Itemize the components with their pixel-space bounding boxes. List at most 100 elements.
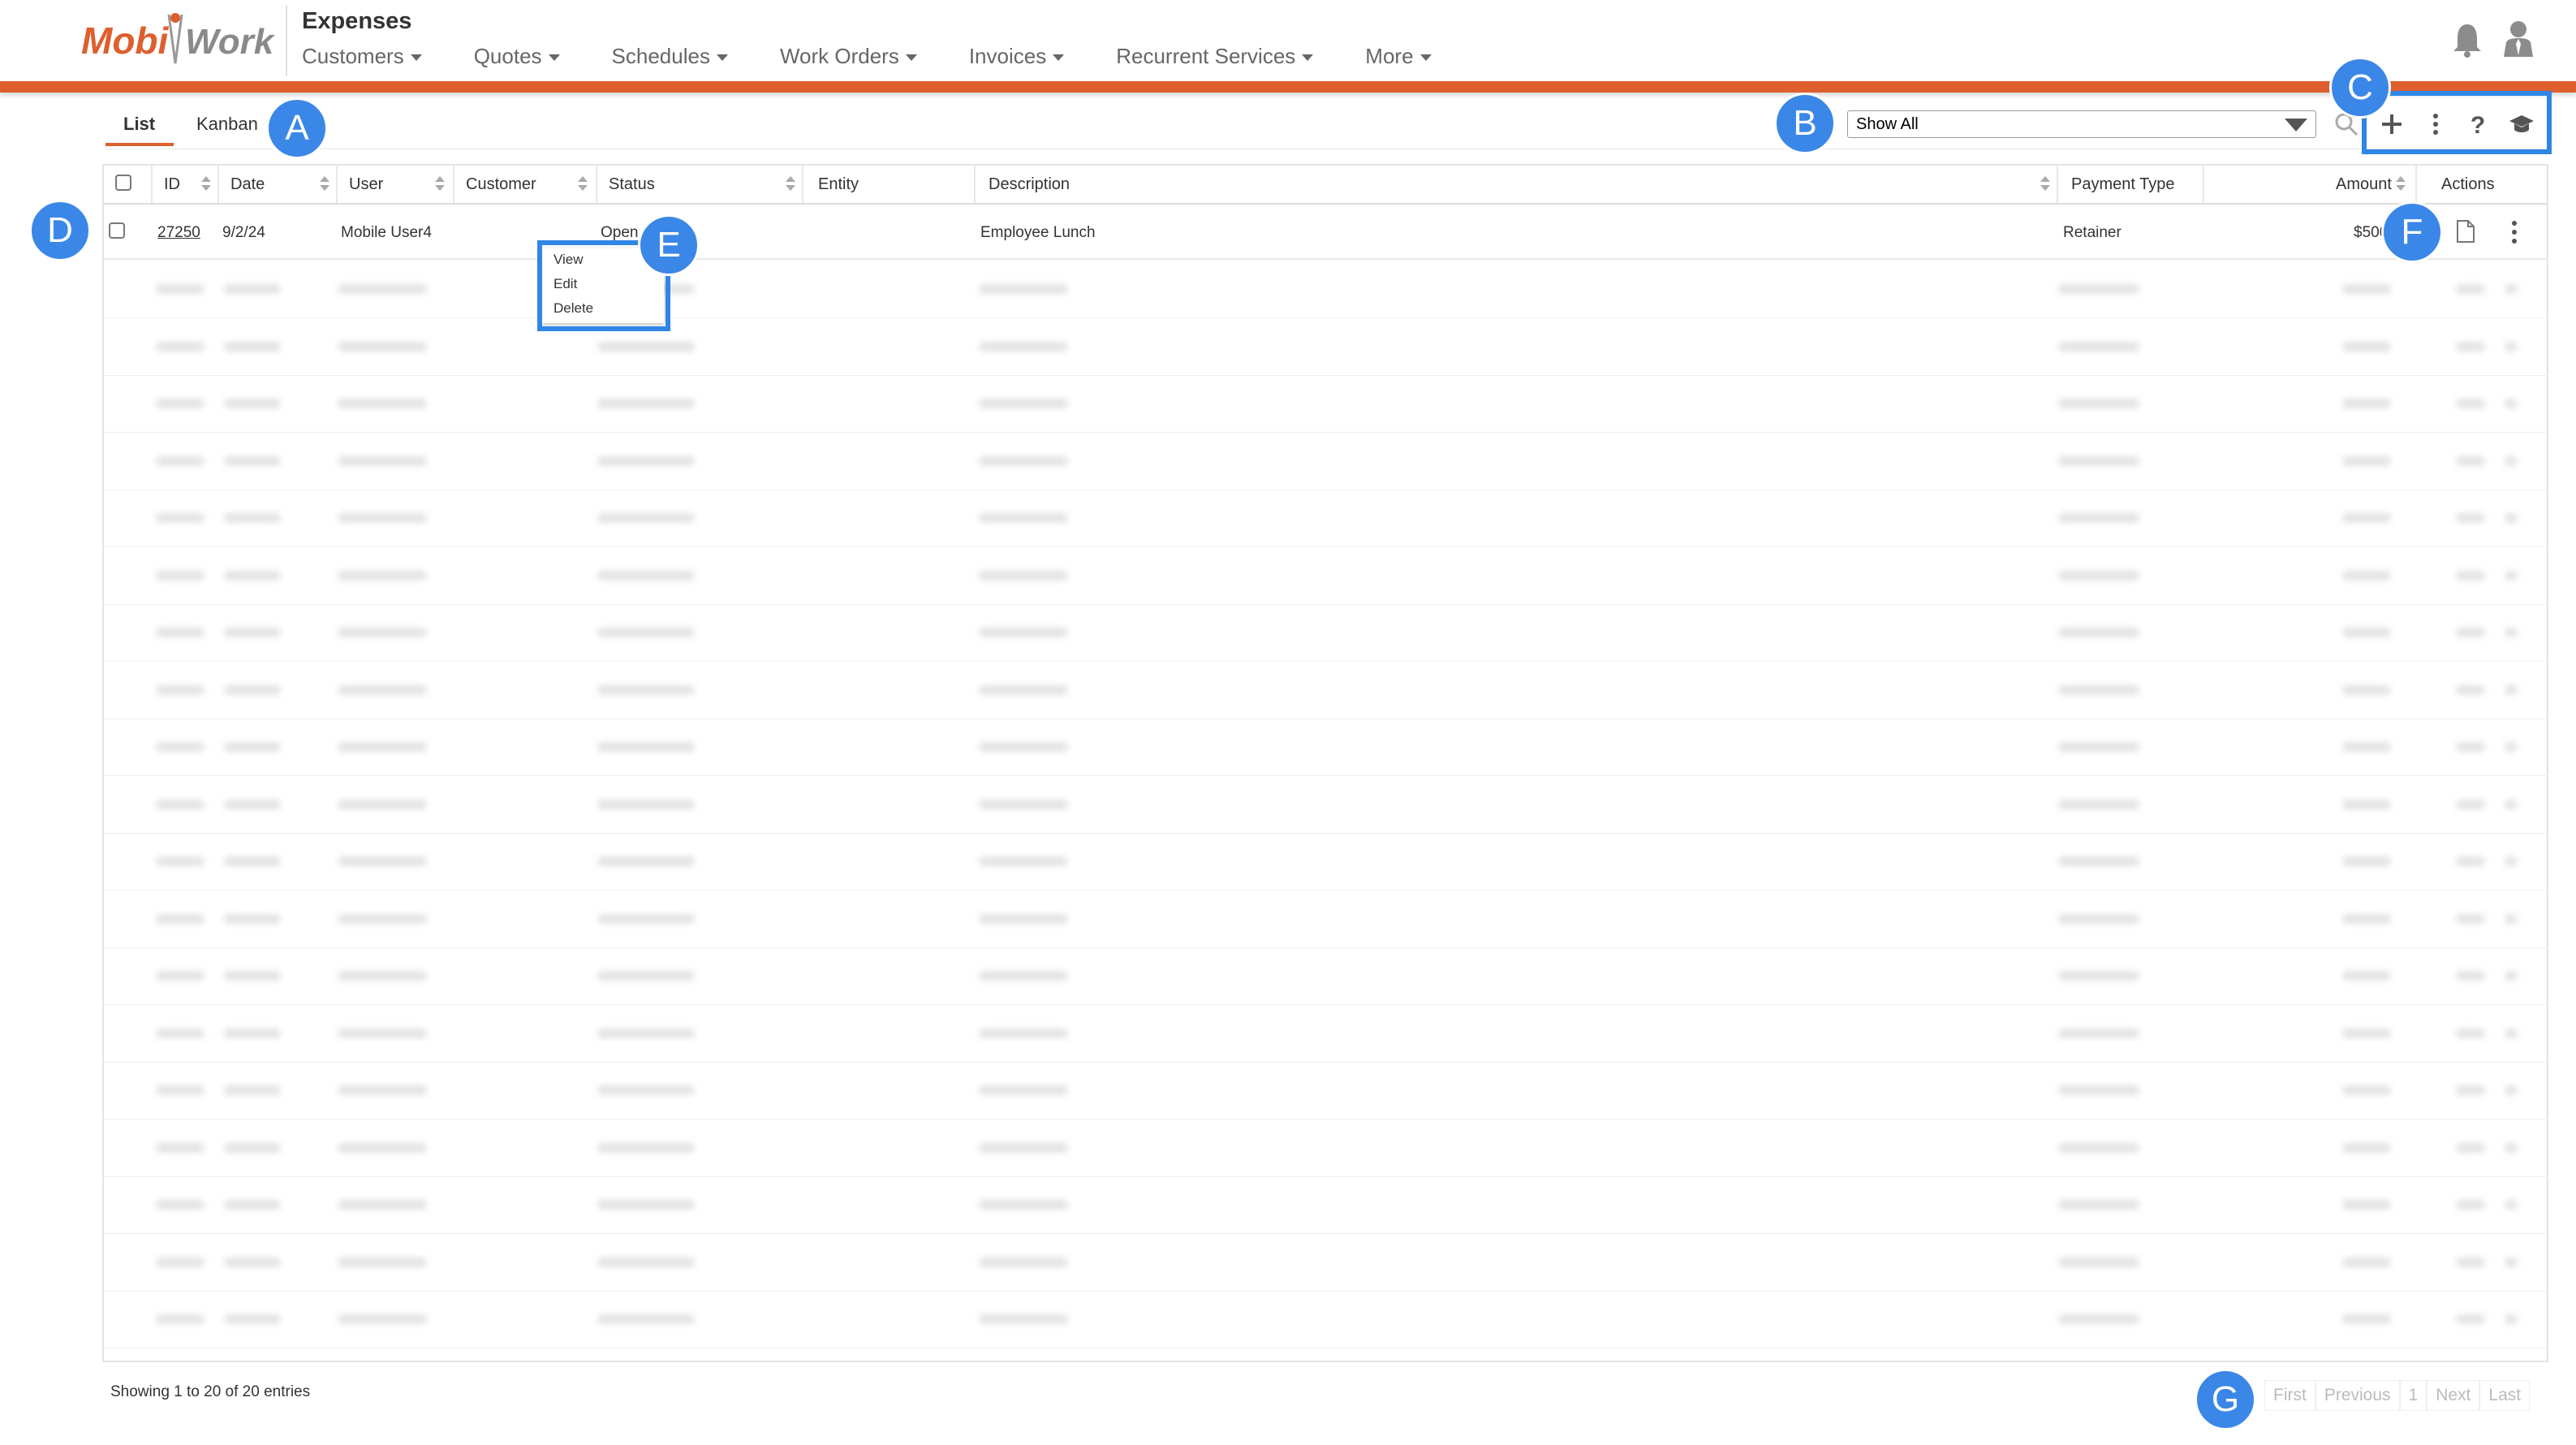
blurred-cell	[224, 971, 281, 981]
column-separator	[2415, 166, 2417, 203]
nav-customers[interactable]: Customers	[302, 44, 422, 69]
blurred-cell	[2342, 1142, 2391, 1153]
pagination-next[interactable]: Next	[2427, 1380, 2480, 1411]
sort-icon[interactable]	[320, 176, 330, 191]
tab-kanban[interactable]: Kanban	[196, 114, 258, 135]
blurred-cell	[338, 284, 427, 294]
table-header: ID Date User Customer Status Entity Desc…	[102, 164, 2548, 205]
blurred-cell	[156, 742, 205, 752]
blurred-cell	[156, 971, 205, 981]
blurred-cell	[2505, 513, 2518, 523]
blurred-cell	[156, 799, 205, 809]
sort-icon[interactable]	[578, 176, 588, 191]
table-row	[102, 948, 2548, 1005]
column-separator	[2057, 166, 2058, 203]
blurred-cell	[2505, 341, 2518, 352]
blurred-cell	[597, 341, 695, 352]
document-icon[interactable]	[2456, 219, 2475, 244]
nav-quotes[interactable]: Quotes	[474, 44, 560, 69]
table-row	[102, 1177, 2548, 1234]
column-header-entity[interactable]: Entity	[818, 175, 859, 194]
caret-down-icon	[410, 54, 422, 62]
table-row	[102, 548, 2548, 605]
table-row	[102, 605, 2548, 662]
nav-work-orders[interactable]: Work Orders	[780, 44, 917, 69]
tab-list[interactable]: List	[123, 114, 155, 135]
mobiwork-logo[interactable]: Mobi Work	[78, 6, 281, 70]
sort-icon[interactable]	[2396, 176, 2406, 191]
user-profile-icon[interactable]	[2501, 19, 2535, 58]
pagination-first[interactable]: First	[2264, 1380, 2315, 1411]
blurred-cell	[338, 799, 427, 809]
annotation-marker-d: D	[29, 200, 91, 261]
blurred-cell	[979, 684, 1068, 695]
column-header-payment-type[interactable]: Payment Type	[2071, 175, 2174, 194]
column-header-customer[interactable]: Customer	[466, 175, 536, 194]
pagination-previous[interactable]: Previous	[2315, 1380, 2400, 1411]
blurred-cell	[2456, 341, 2485, 352]
select-all-checkbox[interactable]	[115, 175, 131, 191]
blurred-cell	[224, 455, 281, 466]
pagination: First Previous 1 Next Last	[2264, 1380, 2531, 1411]
column-header-amount[interactable]: Amount	[2336, 175, 2392, 194]
blurred-cell	[156, 856, 205, 866]
blurred-cell	[2342, 513, 2391, 523]
sort-icon[interactable]	[2040, 176, 2050, 191]
sort-icon[interactable]	[786, 176, 795, 191]
row-checkbox[interactable]	[109, 222, 125, 239]
pagination-page-1[interactable]: 1	[2399, 1380, 2427, 1411]
notifications-bell-icon[interactable]	[2451, 21, 2483, 58]
blurred-cell	[338, 1314, 427, 1324]
blurred-cell	[338, 1200, 427, 1210]
row-id-link[interactable]: 27250	[157, 224, 200, 242]
blurred-cell	[338, 1142, 427, 1153]
table-row[interactable]: 27250 9/2/24 Mobile User4 Open Employee …	[102, 206, 2548, 260]
blurred-cell	[2058, 341, 2139, 352]
blurred-cell	[338, 684, 427, 695]
blurred-cell	[2342, 742, 2391, 752]
blurred-cell	[224, 513, 281, 523]
blurred-cell	[2058, 1257, 2139, 1267]
column-header-description[interactable]: Description	[989, 175, 1070, 194]
sort-icon[interactable]	[201, 176, 211, 191]
column-header-user[interactable]: User	[349, 175, 383, 194]
blurred-cell	[2505, 742, 2518, 752]
blurred-cell	[597, 1314, 695, 1324]
pagination-last[interactable]: Last	[2479, 1380, 2531, 1411]
column-header-id[interactable]: ID	[164, 175, 180, 194]
blurred-cell	[2456, 742, 2485, 752]
blurred-cell	[2456, 856, 2485, 866]
column-separator	[802, 166, 803, 203]
column-header-date[interactable]: Date	[230, 175, 265, 194]
annotation-marker-c: C	[2329, 57, 2391, 119]
table-row	[102, 891, 2548, 948]
blurred-cell	[597, 856, 695, 866]
blurred-cell	[338, 455, 427, 466]
table-row	[102, 1235, 2548, 1292]
svg-text:Work: Work	[185, 22, 276, 62]
nav-schedules[interactable]: Schedules	[612, 44, 728, 69]
blurred-cell	[2456, 799, 2485, 809]
sort-icon[interactable]	[435, 176, 445, 191]
annotation-marker-f: F	[2381, 201, 2443, 263]
nav-recurrent-services[interactable]: Recurrent Services	[1116, 44, 1314, 69]
blurred-cell	[2505, 1142, 2518, 1153]
blurred-cell	[338, 513, 427, 523]
blurred-cell	[597, 628, 695, 637]
filter-select[interactable]: Show All	[1847, 110, 2316, 138]
nav-invoices[interactable]: Invoices	[969, 44, 1065, 69]
table-row	[102, 662, 2548, 719]
column-header-status[interactable]: Status	[609, 175, 655, 194]
table-row	[102, 1063, 2548, 1119]
blurred-cell	[2505, 856, 2518, 866]
blurred-cell	[2456, 1257, 2485, 1267]
blurred-cell	[597, 1028, 695, 1038]
blurred-cell	[2505, 1257, 2518, 1267]
blurred-cell	[156, 1257, 205, 1267]
nav-more[interactable]: More	[1365, 44, 1432, 69]
blurred-cell	[2456, 1028, 2485, 1038]
table-row	[102, 261, 2548, 318]
active-tab-indicator	[106, 143, 174, 146]
blurred-cell	[2505, 628, 2518, 637]
row-actions-kebab-icon[interactable]	[2511, 219, 2518, 245]
